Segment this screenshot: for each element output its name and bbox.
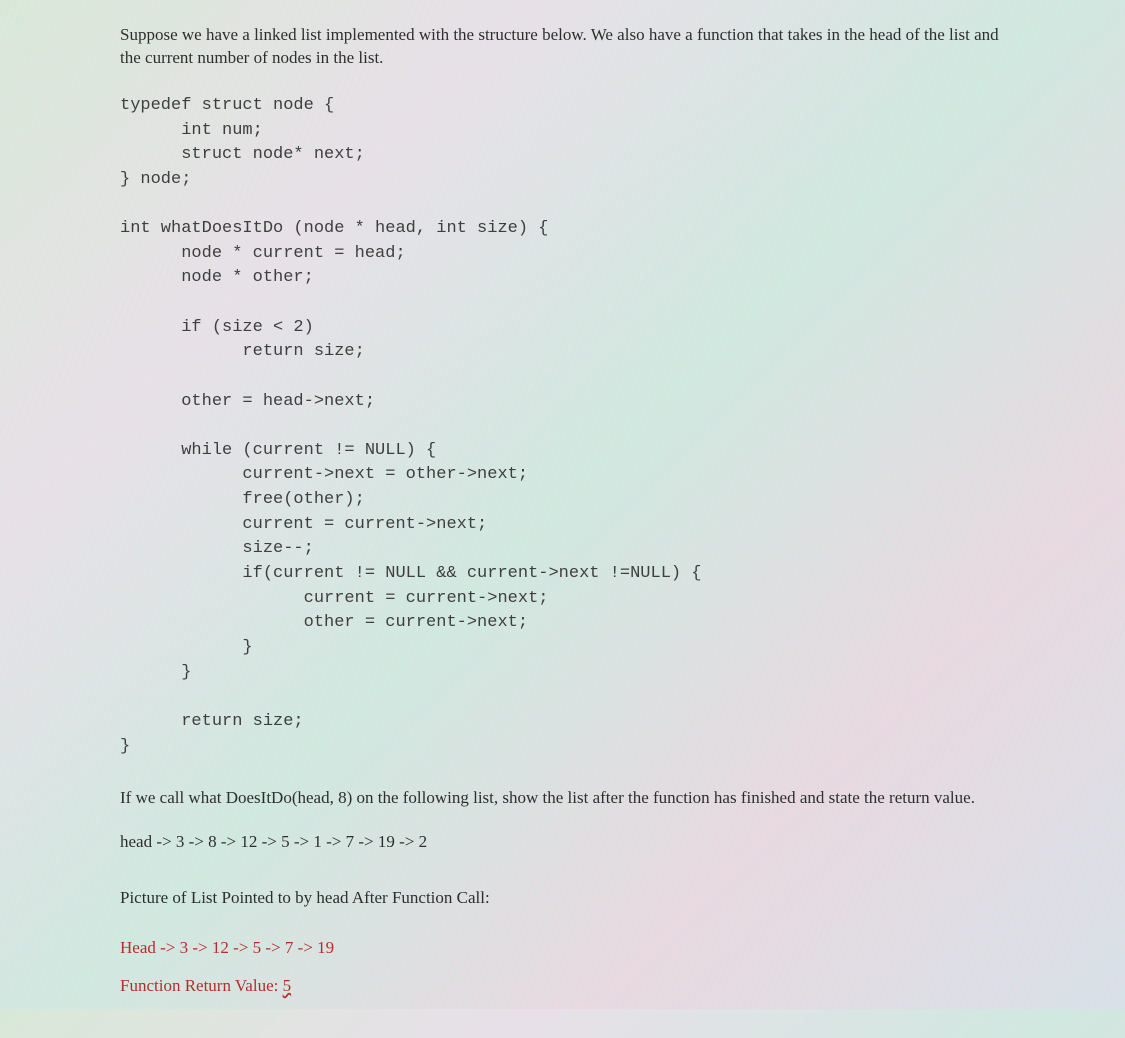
answer-prompt: Picture of List Pointed to by head After… xyxy=(120,888,1005,908)
document-page: Suppose we have a linked list implemente… xyxy=(0,0,1125,1038)
answer-list: Head -> 3 -> 12 -> 5 -> 7 -> 19 xyxy=(120,938,1005,958)
answer-return-label: Function Return Value: xyxy=(120,976,283,995)
intro-paragraph: Suppose we have a linked list implemente… xyxy=(120,24,1005,70)
initial-list-description: head -> 3 -> 8 -> 12 -> 5 -> 1 -> 7 -> 1… xyxy=(120,832,1005,852)
answer-return-value: 5 xyxy=(283,976,292,995)
question-paragraph: If we call what DoesItDo(head, 8) on the… xyxy=(120,787,1005,810)
answer-return: Function Return Value: 5 xyxy=(120,976,1005,996)
code-block: typedef struct node { int num; struct no… xyxy=(120,94,1005,759)
